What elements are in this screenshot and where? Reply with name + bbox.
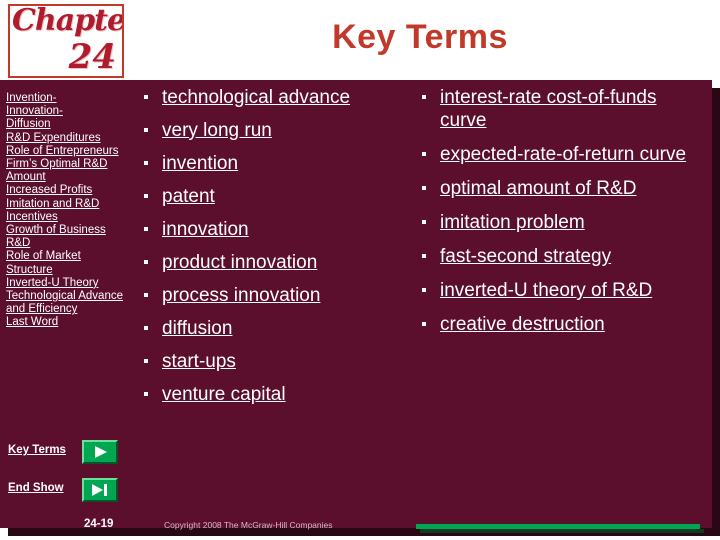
bullet-icon — [144, 293, 148, 297]
bullet-icon — [144, 128, 148, 132]
sidebar-item-3[interactable]: R&D Expenditures — [6, 132, 124, 145]
term-item[interactable]: venture capital — [140, 383, 408, 406]
slide: Chapter 24 Key Terms Invention- Innovati… — [0, 0, 720, 540]
terms-column-left: technological advance very long run inve… — [140, 86, 408, 416]
sidebar-item-9[interactable]: Role of Market Structure — [6, 250, 124, 276]
term-label: invention — [162, 153, 239, 174]
bullet-icon — [144, 161, 148, 165]
slide-number: 24-19 — [84, 518, 114, 530]
end-show-icon — [92, 484, 103, 496]
page-title: Key Terms — [332, 18, 508, 56]
sidebar-topic-list: Invention- Innovation- Diffusion R&D Exp… — [6, 92, 124, 330]
key-terms-label[interactable]: Key Terms — [8, 444, 66, 456]
term-item[interactable]: start-ups — [140, 350, 408, 373]
term-label: optimal amount of R&D — [440, 178, 637, 199]
term-label: fast-second strategy — [440, 246, 612, 267]
term-item[interactable]: technological advance — [140, 86, 408, 109]
chapter-logo: Chapter 24 — [8, 4, 124, 78]
term-label: imitation problem — [440, 212, 585, 233]
term-label: inverted-U theory of R&D — [440, 280, 653, 301]
term-label: product innovation — [162, 252, 318, 273]
term-item[interactable]: interest-rate cost-of-funds curve — [418, 86, 704, 132]
term-item[interactable]: patent — [140, 185, 408, 208]
sidebar-divider — [128, 80, 129, 528]
term-item[interactable]: optimal amount of R&D — [418, 177, 704, 200]
bullet-icon — [144, 260, 148, 264]
bullet-icon — [144, 392, 148, 396]
chapter-logo-word: Chapter — [12, 4, 124, 38]
end-show-nav-row: End Show — [6, 478, 124, 502]
term-label: creative destruction — [440, 314, 605, 335]
term-item[interactable]: imitation problem — [418, 211, 704, 234]
term-label: innovation — [162, 219, 249, 240]
sidebar-item-7[interactable]: Imitation and R&D Incentives — [6, 198, 124, 224]
term-item[interactable]: innovation — [140, 218, 408, 241]
sidebar-item-2[interactable]: Diffusion — [6, 118, 124, 131]
term-item[interactable]: diffusion — [140, 317, 408, 340]
term-label: patent — [162, 186, 215, 207]
chapter-logo-number: 24 — [68, 37, 116, 77]
bullet-icon — [422, 322, 426, 326]
bullet-icon — [422, 254, 426, 258]
end-show-bar-icon — [104, 484, 107, 496]
term-label: venture capital — [162, 384, 286, 405]
term-item[interactable]: invention — [140, 152, 408, 175]
term-label: diffusion — [162, 318, 233, 339]
key-terms-button[interactable] — [82, 440, 118, 464]
term-label: technological advance — [162, 87, 351, 108]
copyright-text: Copyright 2008 The McGraw-Hill Companies — [164, 520, 333, 530]
panel-shadow-right — [712, 88, 720, 528]
term-label: start-ups — [162, 351, 236, 372]
bullet-icon — [144, 194, 148, 198]
bullet-icon — [144, 359, 148, 363]
sidebar-item-11[interactable]: Technological Advance and Efficiency — [6, 290, 124, 316]
terms-column-right: interest-rate cost-of-funds curve expect… — [418, 86, 704, 347]
footer-bar-shadow — [420, 529, 704, 533]
sidebar-item-10[interactable]: Inverted-U Theory — [6, 277, 124, 290]
bullet-icon — [144, 227, 148, 231]
term-item[interactable]: inverted-U theory of R&D — [418, 279, 704, 302]
bullet-icon — [422, 186, 426, 190]
sidebar-item-8[interactable]: Growth of Business R&D — [6, 224, 124, 250]
bullet-icon — [144, 95, 148, 99]
bullet-icon — [422, 152, 426, 156]
term-item[interactable]: very long run — [140, 119, 408, 142]
sidebar-item-5[interactable]: Firm’s Optimal R&D Amount — [6, 158, 124, 184]
term-label: expected-rate-of-return curve — [440, 144, 687, 165]
term-item[interactable]: process innovation — [140, 284, 408, 307]
sidebar-item-6[interactable]: Increased Profits — [6, 184, 124, 197]
sidebar-item-0[interactable]: Invention- — [6, 92, 124, 105]
term-label: very long run — [162, 120, 272, 141]
bullet-icon — [144, 326, 148, 330]
play-triangle-icon — [95, 446, 107, 458]
bullet-icon — [422, 220, 426, 224]
end-show-button[interactable] — [82, 478, 118, 502]
end-show-label[interactable]: End Show — [8, 482, 64, 494]
footer-bar — [416, 524, 700, 529]
term-item[interactable]: expected-rate-of-return curve — [418, 143, 704, 166]
sidebar-item-12[interactable]: Last Word — [6, 316, 124, 329]
term-label: process innovation — [162, 285, 321, 306]
sidebar-item-4[interactable]: Role of Entrepreneurs — [6, 145, 124, 158]
sidebar-item-1[interactable]: Innovation- — [6, 105, 124, 118]
term-item[interactable]: creative destruction — [418, 313, 704, 336]
bullet-icon — [422, 288, 426, 292]
key-terms-nav-row: Key Terms — [6, 440, 124, 464]
bullet-icon — [422, 95, 426, 99]
term-item[interactable]: product innovation — [140, 251, 408, 274]
term-label: interest-rate cost-of-funds curve — [440, 87, 657, 131]
term-item[interactable]: fast-second strategy — [418, 245, 704, 268]
